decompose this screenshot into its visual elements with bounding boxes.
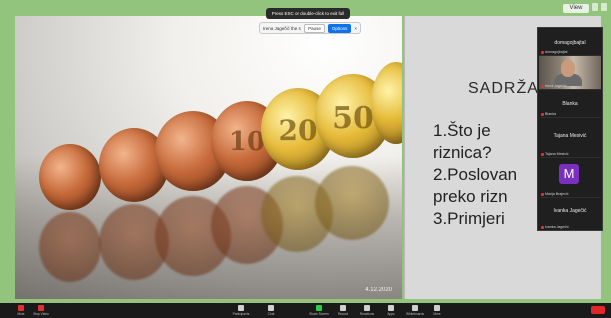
participant-label: Ivanka Jagečić: [545, 225, 569, 229]
participant-name: Tajana Mesivić: [553, 133, 587, 139]
mic-muted-icon: [541, 225, 544, 229]
share-options-button[interactable]: Options: [327, 23, 352, 33]
mic-muted-icon: [541, 50, 544, 54]
slide-line: preko rizn: [433, 187, 508, 206]
camera-icon: [38, 305, 44, 311]
participant-tile[interactable]: Ivanka Jagečić Ivanka Jagečić: [539, 198, 601, 230]
coin-reflection: [315, 166, 389, 240]
more-button[interactable]: More: [430, 304, 444, 317]
close-icon[interactable]: ×: [354, 26, 357, 31]
participant-avatar: M: [559, 164, 579, 184]
minimize-icon[interactable]: [601, 3, 607, 11]
stop-video-button[interactable]: Stop Video: [33, 304, 49, 317]
slide-content-list: 1.Što je riznica? 2.Poslovan preko rizn …: [433, 120, 517, 230]
reactions-icon: [364, 305, 370, 311]
fullscreen-exit-banner: Press ESC or double-click to exit full s…: [266, 8, 350, 27]
participant-tile[interactable]: Blanka Blanka: [539, 90, 601, 118]
apps-button[interactable]: Apps: [384, 304, 398, 317]
screen-share-control-bar: Irena Jagečić the sharing Pause Options …: [259, 22, 361, 34]
coin-reflection: [39, 212, 101, 282]
share-status-text: Irena Jagečić the sharing: [263, 25, 301, 31]
reactions-button[interactable]: Reactions: [360, 304, 374, 317]
mic-muted-icon: [541, 84, 544, 88]
participant-label: Marija Brajević: [545, 192, 569, 196]
whiteboard-icon: [412, 305, 418, 311]
record-button[interactable]: Record: [336, 304, 350, 317]
participants-icon: [238, 305, 244, 311]
participant-tile[interactable]: Tajana Mesivić Tajana Mesivić: [539, 118, 601, 158]
more-icon: [434, 305, 440, 311]
chat-button[interactable]: Chat: [264, 304, 278, 317]
participant-label: Blanka: [545, 112, 556, 116]
apps-icon: [388, 305, 394, 311]
shared-photo-slide: 10 20 50 4.12.2020: [15, 16, 402, 299]
fullscreen-icon[interactable]: [592, 3, 598, 11]
record-icon: [340, 305, 346, 311]
coin-1-cent: [39, 144, 101, 210]
pause-share-button[interactable]: Pause: [304, 23, 325, 33]
participant-tile[interactable]: M Marija Brajević: [539, 158, 601, 198]
participant-label: Tajana Mesivić: [545, 152, 569, 156]
person-face: [561, 60, 575, 77]
mic-muted-icon: [541, 112, 544, 116]
share-screen-icon: [316, 305, 322, 311]
window-controls: [592, 3, 607, 11]
share-screen-button[interactable]: Share Screen: [309, 304, 329, 317]
slide-line: 2.Poslovan: [433, 165, 518, 184]
participants-gallery-panel: domagojbajtal domagojbajtal Irena Jageči…: [537, 27, 603, 231]
microphone-icon: [18, 305, 24, 311]
chat-icon: [268, 305, 274, 311]
slide-date: 4.12.2020: [365, 287, 392, 293]
participant-tile[interactable]: domagojbajtal domagojbajtal: [539, 29, 601, 56]
end-meeting-button[interactable]: [591, 306, 605, 314]
mute-button[interactable]: Mute: [14, 304, 28, 317]
participant-name: Ivanka Jagečić: [553, 208, 587, 214]
slide-line: riznica?: [433, 143, 492, 162]
participants-button[interactable]: Participants: [233, 304, 249, 317]
participant-video-tile[interactable]: Irena Jagečić: [539, 56, 601, 90]
participant-name: domagojbajtal: [554, 40, 586, 46]
mic-muted-icon: [541, 152, 544, 156]
participant-label: domagojbajtal: [545, 50, 568, 54]
participant-name: Blanka: [562, 101, 578, 107]
whiteboards-button[interactable]: Whiteboards: [406, 304, 424, 317]
slide-line: 3.Primjeri: [433, 209, 505, 228]
meeting-toolbar: Mute Stop Video Participants Chat Share …: [0, 303, 611, 318]
participant-label: Irena Jagečić: [545, 84, 567, 88]
slide-title: SADRŽA: [468, 80, 539, 97]
mic-muted-icon: [541, 192, 544, 196]
view-button[interactable]: View: [563, 4, 589, 13]
slide-line: 1.Što je: [433, 121, 491, 140]
